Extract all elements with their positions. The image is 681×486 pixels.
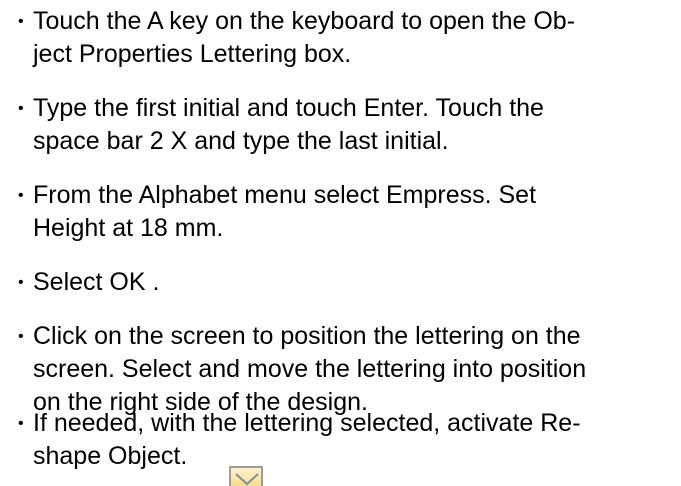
instruction-text: Touch the A key on the keyboard to open … <box>33 5 678 71</box>
instruction-text: Type the first initial and touch Enter. … <box>33 92 678 158</box>
bullet-marker: • <box>18 328 24 345</box>
instruction-line: ject Properties Lettering box. <box>33 40 352 68</box>
instruction-page: • Touch the A key on the keyboard to ope… <box>0 0 681 486</box>
instruction-line: Select OK . <box>33 268 160 296</box>
bullet-marker: • <box>18 187 24 204</box>
instruction-line: shape Object. <box>33 442 188 470</box>
list-item: • If needed, with the lettering selected… <box>18 407 678 473</box>
bullet-marker: • <box>18 13 24 30</box>
reshape-object-icon[interactable] <box>229 466 263 486</box>
instruction-text: If needed, with the lettering selected, … <box>33 407 678 473</box>
bullet-marker: • <box>18 100 24 117</box>
instruction-line: space bar 2 X and type the last initial. <box>33 127 449 155</box>
bullet-marker: • <box>18 274 24 291</box>
instruction-line: Height at 18 mm. <box>33 214 224 242</box>
instruction-line: If needed, with the lettering selected, … <box>33 409 581 437</box>
reshape-object-icon-glyph <box>235 473 259 486</box>
list-item: • Click on the screen to position the le… <box>18 320 678 419</box>
instruction-line: From the Alphabet menu select Empress. S… <box>33 181 537 209</box>
list-item: • Type the first initial and touch Enter… <box>18 92 678 158</box>
bullet-marker: • <box>18 415 24 432</box>
instruction-line: Touch the A key on the keyboard to open … <box>33 7 576 35</box>
list-item: • Select OK . <box>18 266 678 299</box>
list-item: • From the Alphabet menu select Empress.… <box>18 179 678 245</box>
instruction-text: Click on the screen to position the lett… <box>33 320 678 419</box>
instruction-text: Select OK . <box>33 266 678 299</box>
list-item: • Touch the A key on the keyboard to ope… <box>18 5 678 71</box>
instruction-line: Click on the screen to position the lett… <box>33 322 581 350</box>
instruction-line: Type the first initial and touch Enter. … <box>33 94 544 122</box>
instruction-text: From the Alphabet menu select Empress. S… <box>33 179 678 245</box>
instruction-line: screen. Select and move the lettering in… <box>33 355 587 383</box>
